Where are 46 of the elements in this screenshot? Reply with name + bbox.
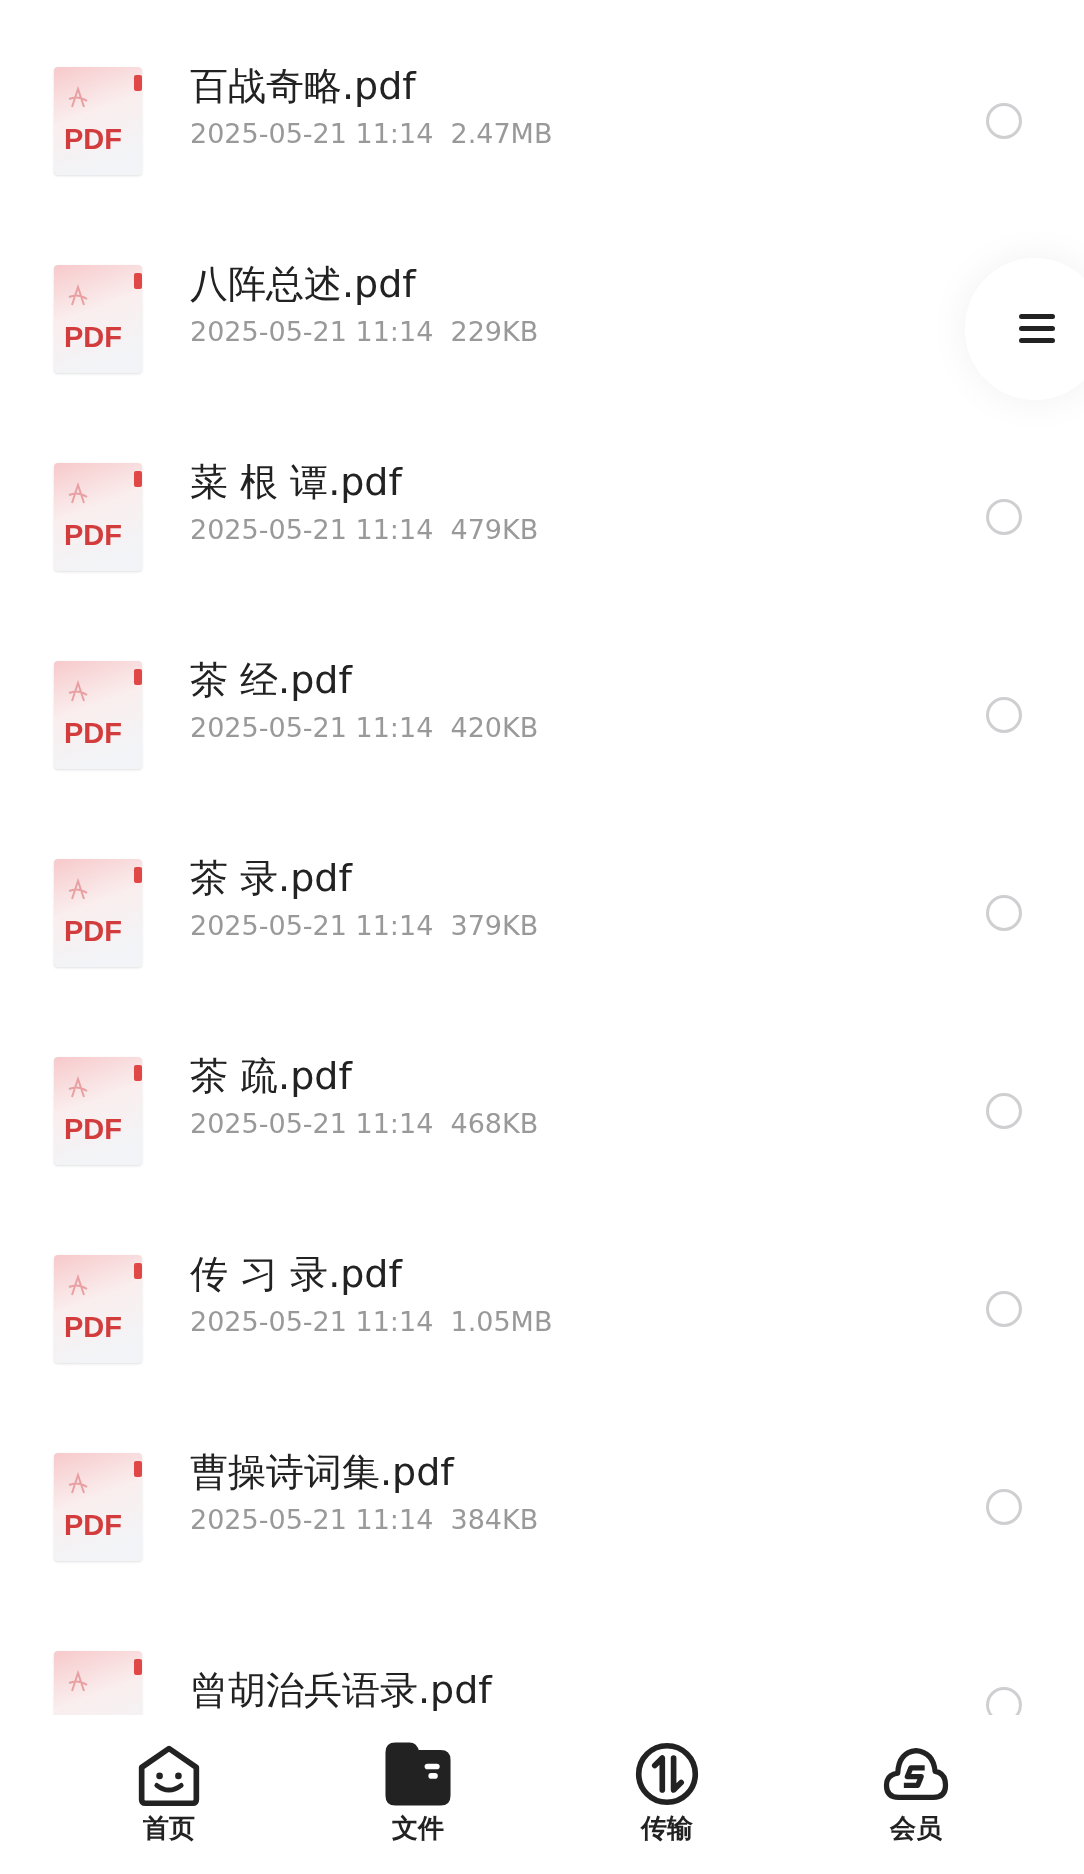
select-radio[interactable] (986, 1291, 1022, 1327)
select-radio[interactable] (986, 697, 1022, 733)
file-name[interactable]: 菜 根 谭.pdf (190, 460, 402, 506)
file-type-label: PDF (64, 1313, 122, 1342)
file-details: 2025-05-21 11:14 420KB (190, 711, 539, 744)
file-name[interactable]: 曹操诗词集.pdf (190, 1450, 454, 1496)
select-radio[interactable] (986, 1489, 1022, 1525)
file-type-label: PDF (64, 917, 122, 946)
nav-tab[interactable]: 文件 (293, 1715, 542, 1874)
pdf-file-icon (54, 463, 144, 571)
file-details: 2025-05-21 11:14 479KB (190, 513, 539, 546)
select-radio[interactable] (986, 895, 1022, 931)
file-type-label: PDF (64, 1115, 122, 1144)
file-type-label: PDF (64, 323, 122, 352)
file-details: 2025-05-21 11:14 384KB (190, 1503, 539, 1536)
select-radio[interactable] (986, 1687, 1022, 1715)
file-name[interactable]: 茶 疏.pdf (190, 1054, 352, 1100)
file-details: 2025-05-21 11:14 2.47MB (190, 117, 553, 150)
file-type-label: PDF (64, 1511, 122, 1540)
nav-tab[interactable]: 首页 (44, 1715, 293, 1874)
menu-icon (1019, 314, 1055, 344)
select-radio[interactable] (986, 1093, 1022, 1129)
file-name[interactable]: 曾胡治兵语录.pdf (190, 1668, 492, 1714)
pdf-file-icon (54, 1453, 144, 1561)
pdf-file-icon (54, 265, 144, 373)
file-type-label: PDF (64, 521, 122, 550)
file-name[interactable]: 茶 经.pdf (190, 658, 352, 704)
file-details: 2025-05-21 11:14 1.05MB (190, 1305, 553, 1338)
file-details: 2025-05-21 11:14 379KB (190, 909, 539, 942)
pdf-file-icon (54, 1255, 144, 1363)
file-name[interactable]: 八阵总述.pdf (190, 262, 416, 308)
file-type-label: PDF (64, 125, 122, 154)
pdf-file-icon (54, 859, 144, 967)
file-name[interactable]: 百战奇略.pdf (190, 64, 416, 110)
file-type-label: PDF (64, 719, 122, 748)
file-details: 2025-05-21 11:14 229KB (190, 315, 539, 348)
pdf-file-icon (54, 661, 144, 769)
select-radio[interactable] (986, 103, 1022, 139)
file-name[interactable]: 茶 录.pdf (190, 856, 352, 902)
nav-tab[interactable]: 会员 (791, 1715, 1040, 1874)
pdf-file-icon (54, 1057, 144, 1165)
pdf-file-icon (54, 67, 144, 175)
file-name[interactable]: 传 习 录.pdf (190, 1252, 402, 1298)
nav-tab[interactable]: 传输 (542, 1715, 791, 1874)
file-details: 2025-05-21 11:14 468KB (190, 1107, 539, 1140)
select-radio[interactable] (986, 499, 1022, 535)
